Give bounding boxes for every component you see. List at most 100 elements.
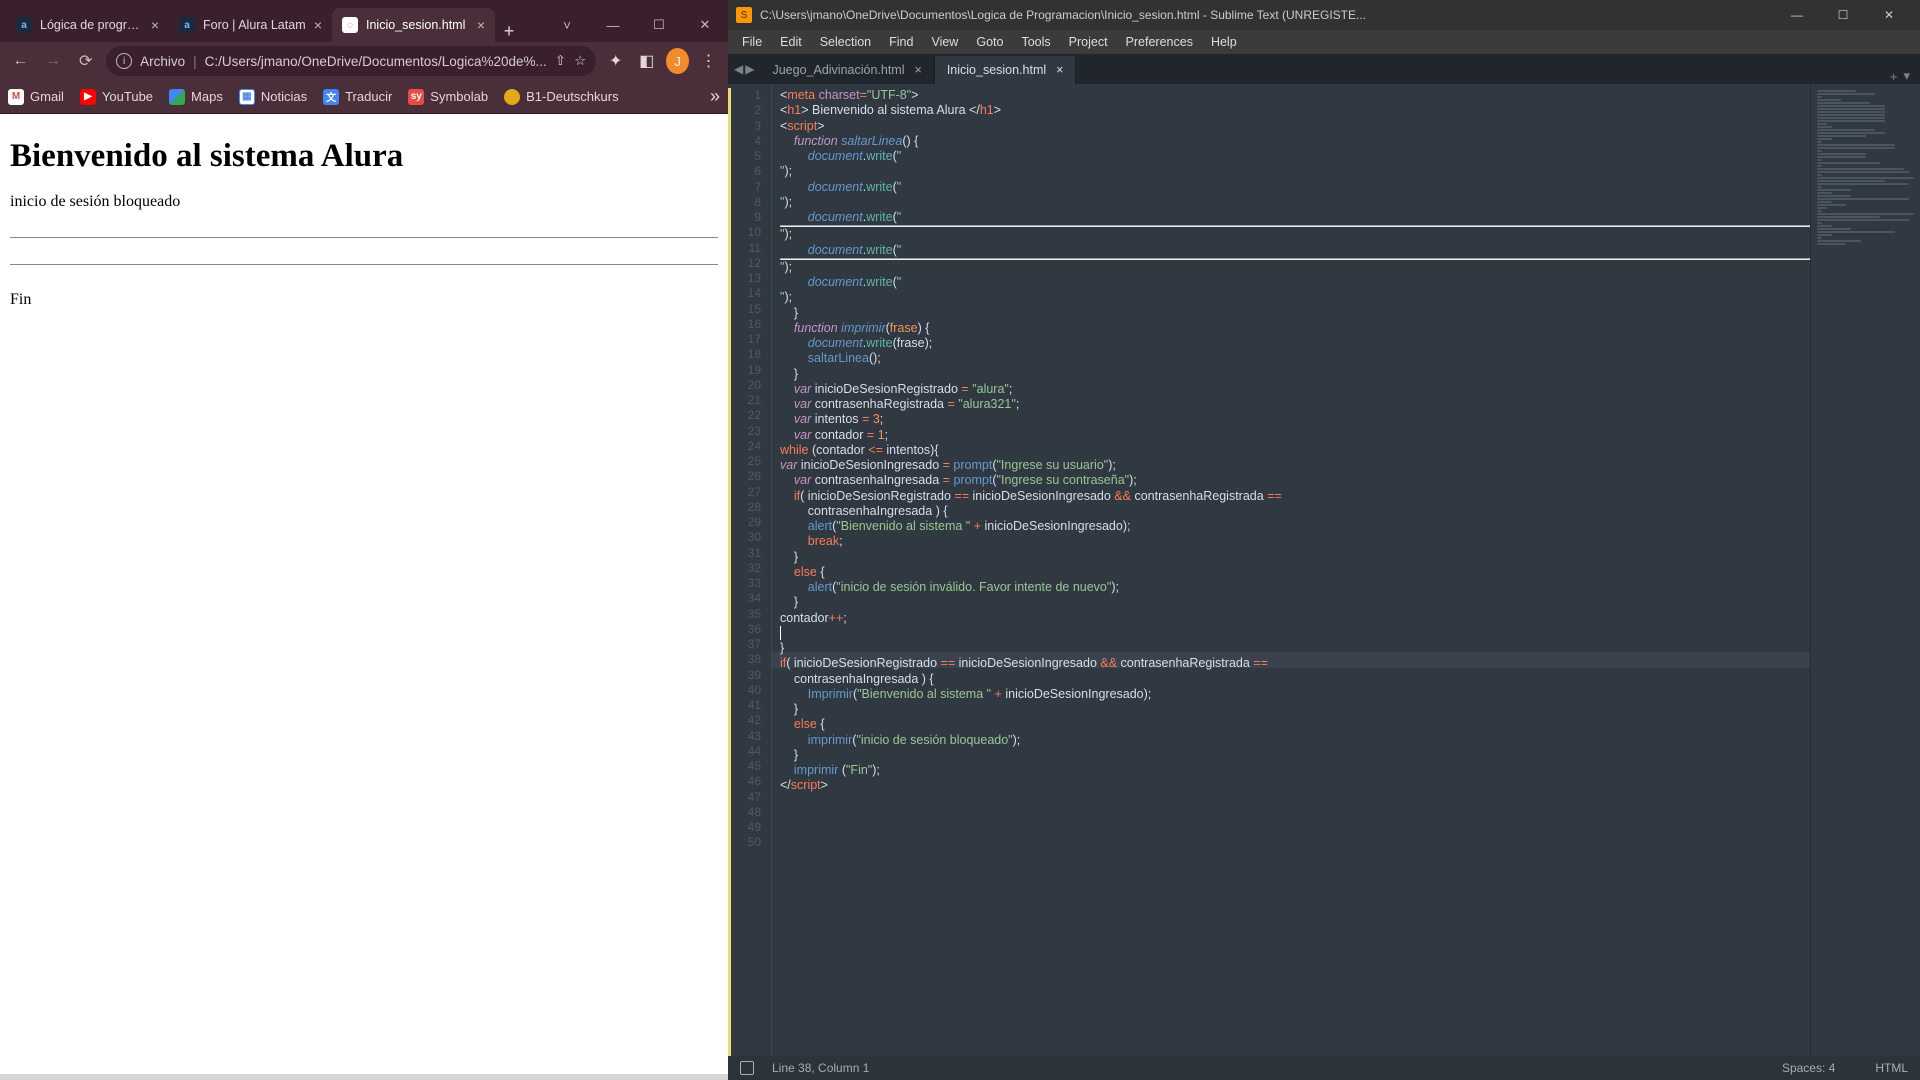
minimize-icon[interactable]: — — [590, 8, 636, 42]
editor-tab[interactable]: Juego_Adivinación.html × — [760, 56, 934, 84]
status-bar: Line 38, Column 1 Spaces: 4 HTML — [728, 1056, 1920, 1080]
browser-tab[interactable]: a Foro | Alura Latam × — [169, 8, 332, 42]
editor-body: 1234567891011121314151617181920212223242… — [728, 84, 1920, 1056]
browser-toolbar: ← → ⟳ i Archivo | C:/Users/jmano/OneDriv… — [0, 42, 728, 80]
bookmark-traducir[interactable]: 文Traducir — [323, 89, 392, 105]
new-tab-button[interactable]: + — [495, 21, 523, 42]
favicon-icon: a — [16, 17, 32, 33]
chrome-top: a Lógica de program × a Foro | Alura Lat… — [0, 0, 728, 114]
bookmarks-more[interactable]: » — [710, 86, 720, 107]
bookmark-symbolab[interactable]: sySymbolab — [408, 89, 488, 105]
syntax-setting[interactable]: HTML — [1875, 1061, 1908, 1075]
rendered-page: Bienvenido al sistema Alura inicio de se… — [0, 114, 728, 1074]
tab-history-nav: ◀ ▶ — [728, 54, 760, 84]
close-icon[interactable]: × — [915, 63, 922, 77]
youtube-icon: ▶ — [80, 89, 96, 105]
favicon-icon: a — [179, 17, 195, 33]
maximize-icon[interactable]: ☐ — [1820, 0, 1866, 30]
page-fin: Fin — [10, 291, 718, 309]
tab-title: Juego_Adivinación.html — [772, 63, 904, 77]
minimize-icon[interactable]: — — [1774, 0, 1820, 30]
minimap[interactable] — [1810, 84, 1920, 1056]
window-controls: — ☐ ✕ — [1774, 0, 1912, 30]
indent-setting[interactable]: Spaces: 4 — [1782, 1061, 1835, 1075]
maximize-icon[interactable]: ☐ — [636, 8, 682, 42]
menu-file[interactable]: File — [734, 35, 770, 49]
bookmark-youtube[interactable]: ▶YouTube — [80, 89, 153, 105]
divider — [10, 237, 718, 238]
menu-edit[interactable]: Edit — [772, 35, 810, 49]
modified-indicator — [728, 88, 731, 1056]
menu-project[interactable]: Project — [1061, 35, 1116, 49]
menu-help[interactable]: Help — [1203, 35, 1245, 49]
tab-title: Lógica de program — [40, 18, 143, 32]
page-message: inicio de sesión bloqueado — [10, 193, 718, 211]
close-icon[interactable]: × — [477, 17, 485, 33]
window-controls: ˅ — ☐ ✕ — [544, 8, 728, 42]
news-icon: ▦ — [239, 89, 255, 105]
tab-title: Inicio_sesion.html — [947, 63, 1046, 77]
menu-goto[interactable]: Goto — [968, 35, 1011, 49]
forward-icon[interactable]: ▶ — [745, 62, 754, 76]
maps-icon — [169, 89, 185, 105]
tab-title: Inicio_sesion.html — [366, 18, 469, 32]
b1-icon — [504, 89, 520, 105]
symbolab-icon: sy — [408, 89, 424, 105]
translate-icon: 文 — [323, 89, 339, 105]
bookmark-b1[interactable]: B1-Deutschkurs — [504, 89, 618, 105]
divider — [10, 264, 718, 265]
url-text: C:/Users/jmano/OneDrive/Documentos/Logic… — [205, 54, 547, 69]
add-tab-icon[interactable]: + — [1890, 69, 1898, 84]
reload-button[interactable]: ⟳ — [73, 47, 98, 75]
close-icon[interactable]: ✕ — [1866, 0, 1912, 30]
share-icon[interactable]: ⇧ — [555, 53, 566, 69]
tab-strip: a Lógica de program × a Foro | Alura Lat… — [0, 0, 728, 42]
menu-find[interactable]: Find — [881, 35, 921, 49]
tab-menu-icon[interactable]: ▾ — [1903, 68, 1910, 84]
tab-title: Foro | Alura Latam — [203, 18, 306, 32]
page-heading: Bienvenido al sistema Alura — [10, 138, 718, 175]
close-icon[interactable]: × — [1056, 63, 1063, 77]
star-icon[interactable]: ☆ — [574, 53, 586, 69]
cursor-position: Line 38, Column 1 — [772, 1061, 869, 1075]
menu-selection[interactable]: Selection — [812, 35, 879, 49]
info-icon[interactable]: i — [116, 53, 132, 69]
extensions-icon[interactable]: ✦ — [604, 48, 627, 74]
sidepanel-icon[interactable]: ◧ — [635, 48, 658, 74]
close-icon[interactable]: × — [151, 17, 159, 33]
window-title: C:\Users\jmano\OneDrive\Documentos\Logic… — [760, 8, 1366, 22]
chrome-window: a Lógica de program × a Foro | Alura Lat… — [0, 0, 728, 1080]
menu-tools[interactable]: Tools — [1013, 35, 1058, 49]
tab-actions: + ▾ — [1880, 68, 1920, 84]
editor-tab-bar: ◀ ▶ Juego_Adivinación.html × Inicio_sesi… — [728, 54, 1920, 84]
address-bar[interactable]: i Archivo | C:/Users/jmano/OneDrive/Docu… — [106, 46, 596, 76]
bookmarks-bar: MGmail ▶YouTube Maps ▦Noticias 文Traducir… — [0, 80, 728, 114]
close-icon[interactable]: ✕ — [682, 8, 728, 42]
back-button[interactable]: ← — [8, 47, 33, 75]
url-prefix: Archivo — [140, 54, 185, 69]
favicon-icon: ◌ — [342, 17, 358, 33]
menu-preferences[interactable]: Preferences — [1118, 35, 1201, 49]
browser-tab[interactable]: a Lógica de program × — [6, 8, 169, 42]
sublime-titlebar: S C:\Users\jmano\OneDrive\Documentos\Log… — [728, 0, 1920, 30]
gmail-icon: M — [8, 89, 24, 105]
page-scrollbar[interactable] — [0, 1074, 728, 1080]
bookmark-noticias[interactable]: ▦Noticias — [239, 89, 307, 105]
bookmark-maps[interactable]: Maps — [169, 89, 223, 105]
line-gutter[interactable]: 1234567891011121314151617181920212223242… — [728, 84, 772, 1056]
sublime-logo-icon: S — [736, 7, 752, 23]
forward-button[interactable]: → — [41, 47, 66, 75]
avatar[interactable]: J — [666, 48, 689, 74]
code-area[interactable]: <meta charset="UTF-8"><h1> Bienvenido al… — [772, 84, 1810, 1056]
menu-view[interactable]: View — [923, 35, 966, 49]
editor-tab-active[interactable]: Inicio_sesion.html × — [935, 56, 1077, 84]
close-icon[interactable]: × — [314, 17, 322, 33]
menu-icon[interactable]: ⋮ — [697, 48, 720, 74]
menu-bar: File Edit Selection Find View Goto Tools… — [728, 30, 1920, 54]
bookmark-gmail[interactable]: MGmail — [8, 89, 64, 105]
chevron-down-icon[interactable]: ˅ — [544, 8, 590, 42]
sublime-window: S C:\Users\jmano\OneDrive\Documentos\Log… — [728, 0, 1920, 1080]
browser-tab-active[interactable]: ◌ Inicio_sesion.html × — [332, 8, 495, 42]
back-icon[interactable]: ◀ — [734, 62, 743, 76]
panel-icon[interactable] — [740, 1061, 754, 1075]
